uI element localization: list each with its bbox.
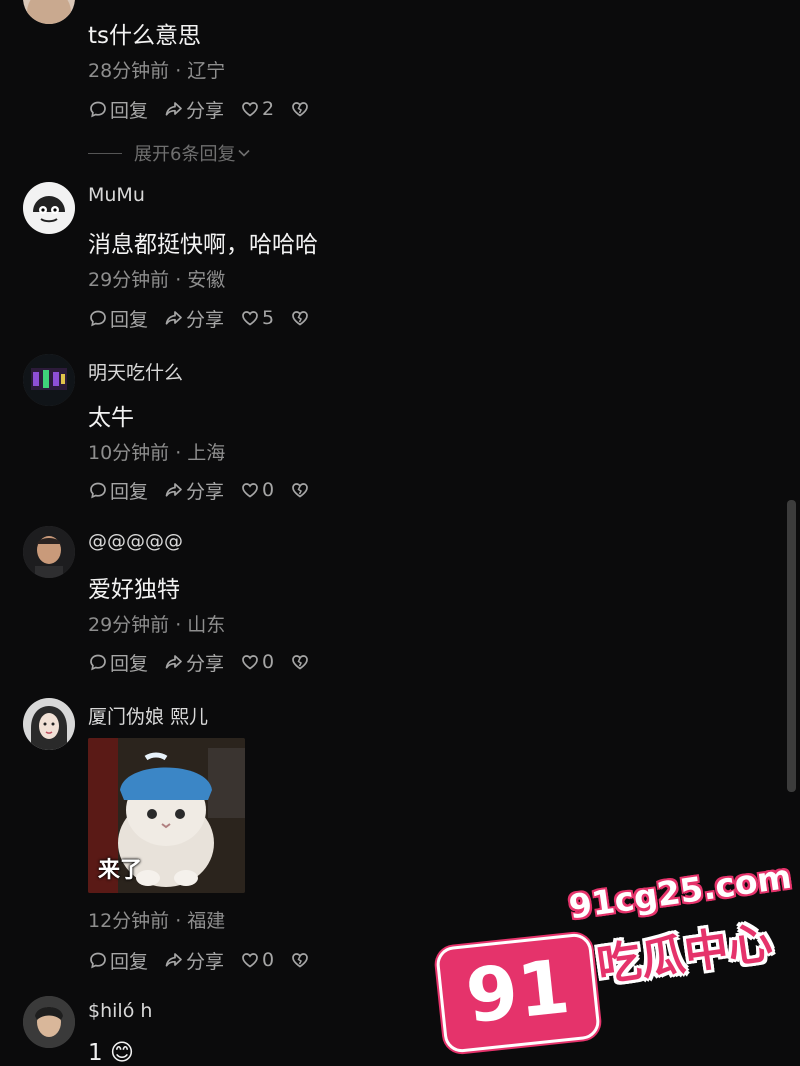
share-label: 分享 <box>186 950 225 973</box>
dislike-button[interactable] <box>290 99 312 119</box>
sticker-image[interactable]: 来了 <box>88 738 245 893</box>
comment-meta: 29分钟前 · 安徽 <box>88 269 226 291</box>
scrollbar[interactable] <box>787 500 796 792</box>
avatar[interactable] <box>23 698 75 750</box>
site-watermark: 91 91cg25.com 吃瓜中心 <box>430 857 794 1060</box>
share-button[interactable]: 分享 <box>164 947 224 974</box>
reply-button[interactable]: 回复 <box>88 305 148 332</box>
like-button[interactable]: 0 <box>240 651 274 673</box>
username[interactable]: 厦门伪娘 熙儿 <box>88 702 208 729</box>
share-button[interactable]: 分享 <box>164 649 224 676</box>
comment-bubble-icon <box>90 654 106 671</box>
expand-replies-label: 展开6条回复 <box>134 144 236 165</box>
reply-label: 回复 <box>110 308 149 331</box>
sticker-caption: 来了 <box>98 858 143 883</box>
comment-meta: 12分钟前 · 福建 <box>88 910 226 932</box>
like-count: 0 <box>262 651 275 673</box>
share-label: 分享 <box>186 480 225 503</box>
reply-label: 回复 <box>110 950 149 973</box>
broken-heart-icon <box>292 102 308 117</box>
reply-button[interactable]: 回复 <box>88 649 148 676</box>
share-button[interactable]: 分享 <box>164 477 224 504</box>
watermark-badge: 91 <box>434 932 602 1054</box>
heart-icon <box>242 483 258 498</box>
broken-heart-icon <box>292 655 308 670</box>
avatar[interactable] <box>23 182 75 234</box>
username[interactable]: $hiló h <box>88 1000 152 1022</box>
broken-heart-icon <box>292 483 308 498</box>
username[interactable]: MuMu <box>88 184 145 206</box>
username[interactable]: @@@@@ <box>88 530 183 552</box>
like-count: 0 <box>262 949 275 971</box>
reply-label: 回复 <box>110 480 149 503</box>
dislike-button[interactable] <box>290 950 312 970</box>
comment-text: 爱好独特 <box>88 577 180 603</box>
like-button[interactable]: 0 <box>240 949 274 971</box>
share-arrow-icon <box>165 102 182 116</box>
chevron-down-icon <box>238 149 251 157</box>
heart-icon <box>242 311 258 326</box>
like-button[interactable]: 0 <box>240 479 274 501</box>
username[interactable]: 明天吃什么 <box>88 358 183 385</box>
comment-meta: 10分钟前 · 上海 <box>88 442 226 464</box>
comment-meta: 28分钟前 · 辽宁 <box>88 60 226 82</box>
comment-meta: 29分钟前 · 山东 <box>88 614 226 636</box>
share-button[interactable]: 分享 <box>164 96 224 123</box>
avatar[interactable] <box>23 526 75 578</box>
watermark-badge-number: 91 <box>462 943 574 1041</box>
like-button[interactable]: 5 <box>240 307 274 329</box>
avatar[interactable] <box>23 0 75 24</box>
broken-heart-icon <box>292 311 308 326</box>
divider <box>88 152 122 154</box>
comment-bubble-icon <box>90 482 106 499</box>
comment-actions: 回复 分享 0 <box>88 947 312 973</box>
like-count: 0 <box>262 479 275 501</box>
reply-button[interactable]: 回复 <box>88 477 148 504</box>
share-arrow-icon <box>165 953 182 967</box>
heart-icon <box>242 102 258 117</box>
comment-bubble-icon <box>90 101 106 118</box>
avatar[interactable] <box>23 996 75 1048</box>
reply-button[interactable]: 回复 <box>88 947 148 974</box>
comment-actions: 回复 分享 0 <box>88 477 312 503</box>
comment-bubble-icon <box>90 310 106 327</box>
avatar[interactable] <box>23 354 75 406</box>
comment-text: 1 😊 <box>88 1040 134 1066</box>
share-label: 分享 <box>186 308 225 331</box>
share-arrow-icon <box>165 311 182 325</box>
dislike-button[interactable] <box>290 308 312 328</box>
heart-icon <box>242 953 258 968</box>
like-count: 5 <box>262 307 275 329</box>
reply-button[interactable]: 回复 <box>88 96 148 123</box>
reply-label: 回复 <box>110 652 149 675</box>
share-arrow-icon <box>165 483 182 497</box>
comment-actions: 回复 分享 0 <box>88 649 312 675</box>
dislike-button[interactable] <box>290 480 312 500</box>
broken-heart-icon <box>292 953 308 968</box>
share-label: 分享 <box>186 99 225 122</box>
comment-text: ts什么意思 <box>88 23 202 49</box>
like-button[interactable]: 2 <box>240 98 274 120</box>
share-arrow-icon <box>165 655 182 669</box>
reply-label: 回复 <box>110 99 149 122</box>
comment-bubble-icon <box>90 952 106 969</box>
expand-replies-button[interactable]: 展开6条回复 <box>88 140 251 166</box>
comment-text: 太牛 <box>88 405 134 431</box>
heart-icon <box>242 655 258 670</box>
share-label: 分享 <box>186 652 225 675</box>
like-count: 2 <box>262 98 275 120</box>
share-button[interactable]: 分享 <box>164 305 224 332</box>
comment-text: 消息都挺快啊，哈哈哈 <box>88 232 318 258</box>
comment-actions: 回复 分享 5 <box>88 305 312 331</box>
comment-actions: 回复 分享 2 <box>88 96 312 122</box>
dislike-button[interactable] <box>290 652 312 672</box>
comment-list: ts什么意思 28分钟前 · 辽宁 回复 分享 2 展开6条回复 MuMu 消息… <box>0 0 800 1066</box>
